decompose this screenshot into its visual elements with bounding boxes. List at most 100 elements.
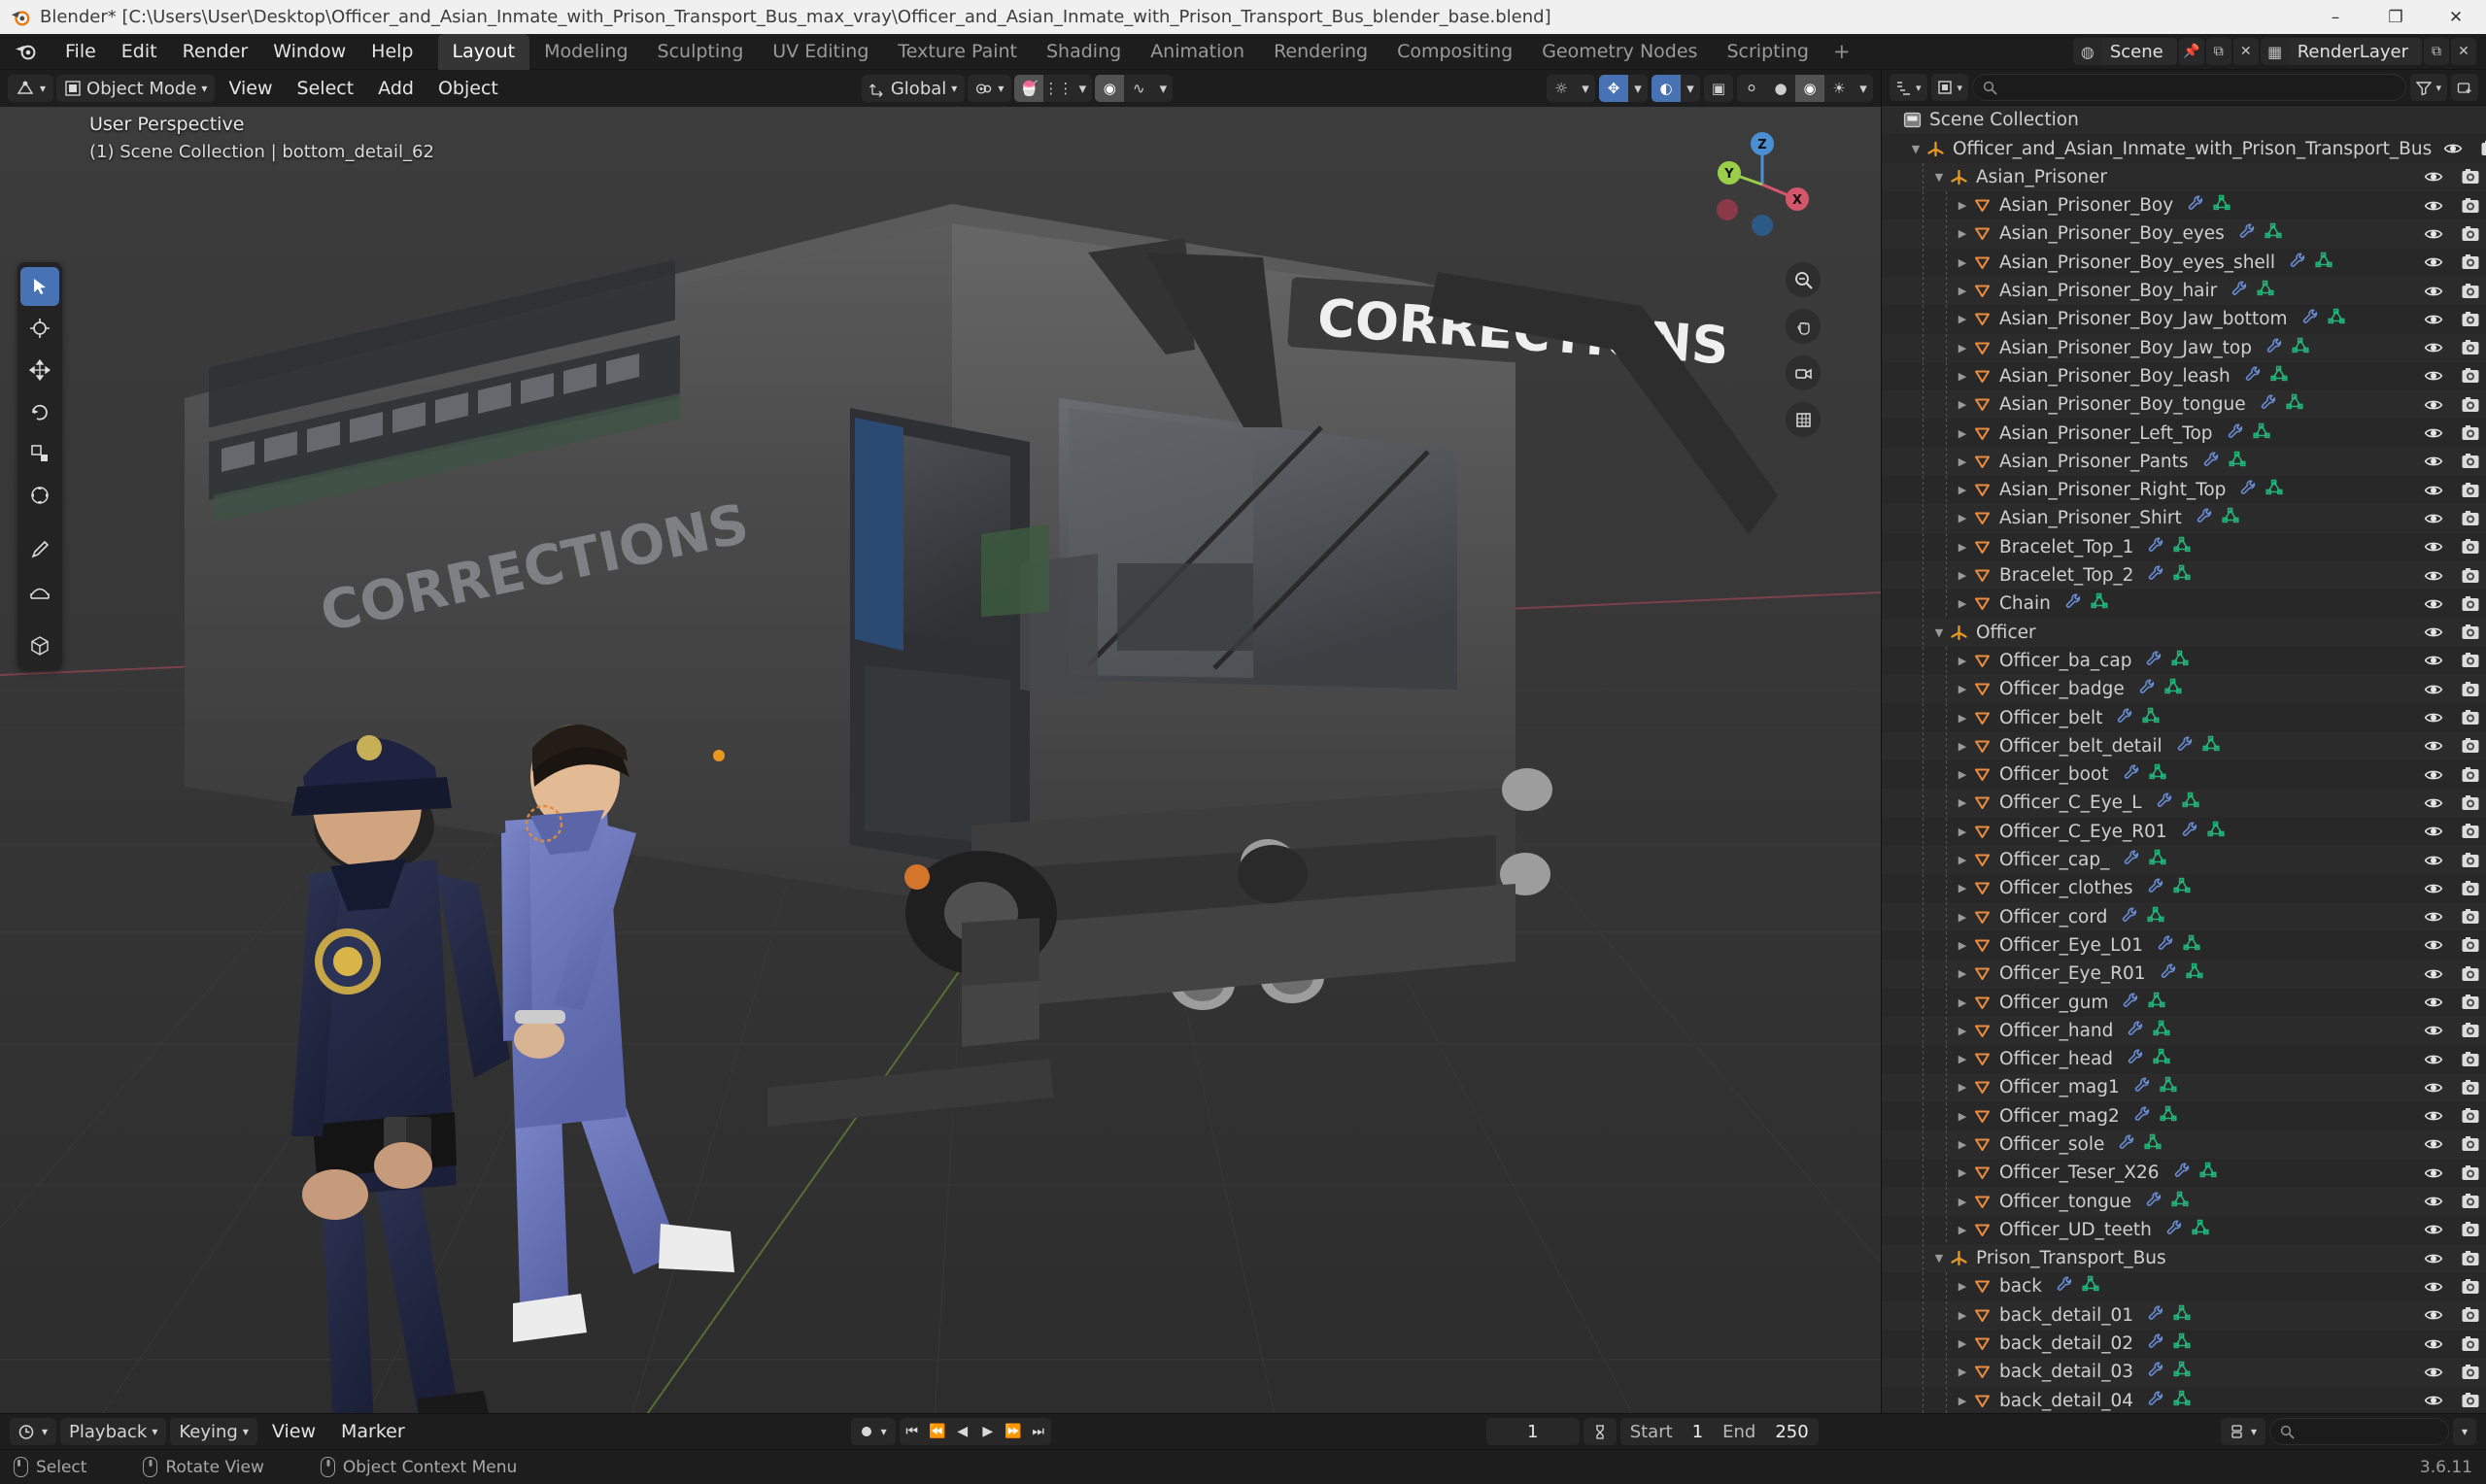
modifier-wrench-icon[interactable] <box>2260 393 2277 416</box>
tab-rendering[interactable]: Rendering <box>1259 34 1382 70</box>
hide-in-viewport-eye-icon[interactable] <box>2424 708 2443 727</box>
mesh-data-icon[interactable] <box>2171 650 2189 672</box>
expand-triangle-icon[interactable]: ▶ <box>1952 455 1973 468</box>
outliner-row[interactable]: ▶ back_detail_04 <box>1882 1386 2486 1413</box>
timeline-menu-marker[interactable]: Marker <box>330 1418 416 1445</box>
collapse-triangle-icon[interactable]: ▼ <box>1928 1252 1950 1265</box>
zoom-nav-icon[interactable] <box>1786 262 1821 297</box>
disable-in-render-camera-icon[interactable] <box>2461 651 2480 670</box>
outliner-display-mode-selector[interactable]: ▾ <box>1930 74 1969 102</box>
outliner-row[interactable]: ▶ Asian_Prisoner_Boy_eyes_shell <box>1882 248 2486 277</box>
expand-triangle-icon[interactable]: ▶ <box>1952 882 1973 894</box>
modifier-wrench-icon[interactable] <box>2265 337 2283 359</box>
outliner-row[interactable]: ▼ Officer <box>1882 618 2486 647</box>
expand-triangle-icon[interactable]: ▶ <box>1952 484 1973 496</box>
disable-in-render-camera-icon[interactable] <box>2461 1050 2480 1069</box>
close-button[interactable]: ✕ <box>2426 0 2486 34</box>
menu-edit[interactable]: Edit <box>109 37 170 66</box>
expand-triangle-icon[interactable]: ▶ <box>1952 541 1973 554</box>
new-view-layer-icon[interactable]: ⧉ <box>2424 38 2449 65</box>
object-type-visibility-icon[interactable]: ☼ <box>1547 75 1576 102</box>
outliner-row[interactable]: ▶ back_detail_02 <box>1882 1329 2486 1359</box>
use-preview-range-icon[interactable] <box>1583 1418 1617 1445</box>
outliner-search-input[interactable] <box>1972 74 2407 102</box>
add-workspace-button[interactable]: + <box>1823 36 1860 67</box>
modifier-wrench-icon[interactable] <box>2289 252 2306 274</box>
modifier-wrench-icon[interactable] <box>2145 1191 2162 1213</box>
hide-in-viewport-eye-icon[interactable] <box>2424 993 2443 1012</box>
menu-window[interactable]: Window <box>260 37 358 66</box>
modifier-wrench-icon[interactable] <box>2147 1332 2164 1355</box>
outliner-row[interactable]: ▶ Asian_Prisoner_Left_Top <box>1882 419 2486 448</box>
blender-menu-logo-icon[interactable] <box>14 41 39 62</box>
hide-in-viewport-eye-icon[interactable] <box>2424 1220 2443 1239</box>
start-frame-value[interactable]: 1 <box>1683 1422 1713 1442</box>
menu-render[interactable]: Render <box>170 37 261 66</box>
next-keyframe-icon[interactable]: ⏩ <box>1001 1424 1026 1439</box>
hide-in-viewport-eye-icon[interactable] <box>2424 1334 2443 1354</box>
disable-in-render-camera-icon[interactable] <box>2461 509 2480 528</box>
mesh-data-icon[interactable] <box>2213 194 2231 217</box>
mesh-data-icon[interactable] <box>2222 507 2239 529</box>
hide-in-viewport-eye-icon[interactable] <box>2424 736 2443 756</box>
modifier-wrench-icon[interactable] <box>2127 1048 2144 1070</box>
cursor-tool-icon[interactable] <box>20 309 59 348</box>
outliner-editor-type-selector[interactable]: ▾ <box>1890 74 1927 102</box>
playback-menu[interactable]: Playback ▾ <box>60 1418 167 1445</box>
collapse-triangle-icon[interactable]: ▼ <box>1928 171 1950 184</box>
modifier-wrench-icon[interactable] <box>2181 821 2198 843</box>
outliner-row[interactable]: ▶ Officer_mag1 <box>1882 1073 2486 1102</box>
outliner-row[interactable]: ▶ Asian_Prisoner_Boy_leash <box>1882 361 2486 391</box>
modifier-wrench-icon[interactable] <box>2122 992 2139 1014</box>
mesh-data-icon[interactable] <box>2082 1275 2099 1298</box>
disable-in-render-camera-icon[interactable] <box>2461 566 2480 586</box>
modifier-wrench-icon[interactable] <box>2147 536 2164 558</box>
modifier-wrench-icon[interactable] <box>2157 934 2174 957</box>
interaction-mode-selector[interactable]: Object Mode ▾ <box>56 75 216 102</box>
modifier-wrench-icon[interactable] <box>2138 678 2156 700</box>
timeline-editor-type-selector[interactable]: ▾ <box>10 1418 57 1445</box>
modifier-wrench-icon[interactable] <box>2231 280 2248 302</box>
expand-triangle-icon[interactable]: ▶ <box>1952 1196 1973 1208</box>
collapse-triangle-icon[interactable]: ▼ <box>1905 143 1926 155</box>
disable-in-render-camera-icon[interactable] <box>2461 1078 2480 1097</box>
outliner-row[interactable]: ▶ Asian_Prisoner_Boy_eyes <box>1882 219 2486 249</box>
mesh-data-icon[interactable] <box>2173 1332 2191 1355</box>
modifier-wrench-icon[interactable] <box>2133 1076 2151 1098</box>
camera-nav-icon[interactable] <box>1786 355 1821 390</box>
hide-in-viewport-eye-icon[interactable] <box>2424 935 2443 955</box>
jump-to-start-icon[interactable]: ⏮ <box>900 1424 925 1439</box>
disable-in-render-camera-icon[interactable] <box>2461 793 2480 813</box>
timeline-menu-view[interactable]: View <box>261 1418 326 1445</box>
mesh-data-icon[interactable] <box>2153 1048 2170 1070</box>
disable-in-render-camera-icon[interactable] <box>2461 310 2480 329</box>
expand-triangle-icon[interactable]: ▶ <box>1952 655 1973 667</box>
solid-shading-icon[interactable]: ● <box>1766 75 1795 102</box>
disable-in-render-camera-icon[interactable] <box>2461 537 2480 556</box>
mesh-data-icon[interactable] <box>2185 962 2203 985</box>
outliner-row[interactable]: ▶ Asian_Prisoner_Boy <box>1882 191 2486 220</box>
disable-in-render-camera-icon[interactable] <box>2461 196 2480 216</box>
maximize-button[interactable]: ❐ <box>2366 0 2426 34</box>
pan-nav-icon[interactable] <box>1786 309 1821 344</box>
current-frame-field[interactable]: 1 <box>1485 1418 1580 1445</box>
mesh-data-icon[interactable] <box>2148 763 2166 786</box>
disable-in-render-camera-icon[interactable] <box>2461 1134 2480 1154</box>
expand-triangle-icon[interactable]: ▶ <box>1952 370 1973 383</box>
hide-in-viewport-eye-icon[interactable] <box>2424 1363 2443 1382</box>
tab-texture-paint[interactable]: Texture Paint <box>883 34 1032 70</box>
expand-triangle-icon[interactable]: ▶ <box>1952 342 1973 354</box>
outliner-row[interactable]: ▶ Asian_Prisoner_Boy_hair <box>1882 276 2486 306</box>
outliner-row[interactable]: ▶ Bracelet_Top_2 <box>1882 560 2486 590</box>
disable-in-render-camera-icon[interactable] <box>2461 736 2480 756</box>
disable-in-render-camera-icon[interactable] <box>2461 879 2480 898</box>
modifier-wrench-icon[interactable] <box>2176 735 2194 758</box>
disable-in-render-camera-icon[interactable] <box>2461 282 2480 301</box>
falloff-dropdown-icon[interactable]: ▾ <box>1153 75 1173 102</box>
expand-triangle-icon[interactable]: ▶ <box>1952 569 1973 582</box>
mesh-data-icon[interactable] <box>2173 1361 2191 1383</box>
hide-in-viewport-eye-icon[interactable] <box>2424 423 2443 443</box>
outliner-row[interactable]: Scene Collection <box>1882 106 2486 135</box>
mesh-data-icon[interactable] <box>2173 564 2192 587</box>
outliner-new-collection-button[interactable] <box>2451 74 2478 102</box>
